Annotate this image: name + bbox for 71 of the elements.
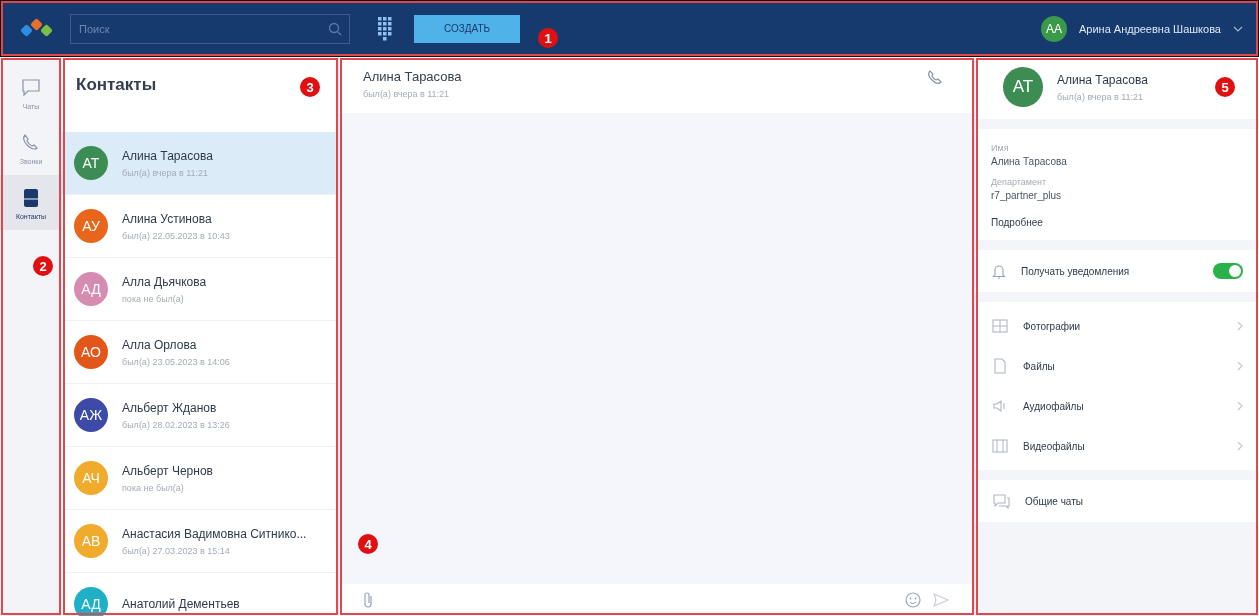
photo-icon[interactable] bbox=[991, 317, 1009, 335]
contact-status: был(а) 28.02.2023 в 13:26 bbox=[122, 419, 230, 430]
chevron-right-icon[interactable] bbox=[1237, 401, 1243, 411]
user-name[interactable]: Арина Андреевна Шашкова bbox=[1078, 22, 1221, 35]
caret-icon[interactable] bbox=[1233, 25, 1243, 32]
chat-icon[interactable] bbox=[20, 77, 42, 99]
contact-avatar: АУ bbox=[74, 209, 108, 243]
contact-avatar: АД bbox=[74, 272, 108, 306]
chat-bubbles-icon[interactable] bbox=[991, 492, 1011, 510]
field-label: Имя bbox=[991, 143, 1010, 153]
contact-avatar: АЧ bbox=[74, 461, 108, 495]
contact-avatar: АД bbox=[74, 587, 108, 616]
contact-row[interactable]: АД Анатолий Дементьев bbox=[62, 573, 338, 616]
user-avatar: АА bbox=[1040, 15, 1067, 42]
contact-row[interactable]: АВ Анастасия Вадимовна Ситнико... был(а) 27.03.2023 в 15:14 bbox=[62, 510, 338, 573]
send-icon[interactable] bbox=[932, 591, 950, 609]
phone-icon[interactable] bbox=[926, 69, 944, 87]
chat-title: Алина Тарасова bbox=[363, 69, 462, 84]
profile-status: был(а) вчера в 11:21 bbox=[1057, 91, 1145, 102]
profile-avatar: АТ bbox=[1003, 67, 1043, 107]
video-icon[interactable] bbox=[991, 437, 1009, 455]
dialpad-icon[interactable] bbox=[378, 16, 392, 41]
contact-avatar: АВ bbox=[74, 524, 108, 558]
chat-status: был(а) вчера в 11:21 bbox=[363, 89, 451, 99]
contact-status: пока не был(а) bbox=[122, 482, 185, 493]
contact-row[interactable]: АТ Алина Тарасова был(а) вчера в 11:21 bbox=[62, 132, 338, 195]
contact-name: Алина Устинова bbox=[122, 211, 213, 226]
search-field[interactable]: Поиск bbox=[70, 13, 350, 44]
callout-marker: 3 bbox=[300, 77, 320, 97]
profile-name: Алина Тарасова bbox=[1057, 72, 1148, 87]
field-label: Департамент bbox=[991, 177, 1048, 187]
contact-status: был(а) 23.05.2023 в 14:06 bbox=[122, 356, 230, 367]
file-icon[interactable] bbox=[991, 357, 1009, 375]
contact-row[interactable]: АЧ Альберт Чернов пока не был(а) bbox=[62, 447, 338, 510]
field-value: Алина Тарасова bbox=[991, 156, 1068, 167]
contact-name: Анатолий Дементьев bbox=[122, 597, 240, 611]
media-row[interactable]: Видеофайлы bbox=[991, 426, 1243, 466]
chevron-right-icon[interactable] bbox=[1237, 441, 1243, 451]
contact-row[interactable]: АУ Алина Устинова был(а) 22.05.2023 в 10:43 bbox=[62, 195, 338, 258]
contact-name: Альберт Чернов bbox=[122, 463, 213, 478]
panel-title: Контакты bbox=[76, 75, 157, 95]
contact-avatar: АЖ bbox=[74, 398, 108, 432]
contact-name: Анастасия Вадимовна Ситнико... bbox=[122, 526, 307, 541]
create-button[interactable]: СОЗДАТЬ bbox=[414, 14, 520, 43]
contact-avatar: АО bbox=[74, 335, 108, 369]
contact-status: был(а) 22.05.2023 в 10:43 bbox=[122, 230, 230, 241]
contact-name: Алина Тарасова bbox=[122, 148, 213, 163]
media-row[interactable]: Файлы bbox=[991, 346, 1243, 386]
notifications-label: Получать уведомления bbox=[1021, 265, 1130, 277]
contact-status: был(а) вчера в 11:21 bbox=[122, 167, 210, 178]
contact-status: был(а) 27.03.2023 в 15:14 bbox=[122, 545, 231, 556]
contact-name: Алла Дьячкова bbox=[122, 274, 207, 289]
contact-row[interactable]: АО Алла Орлова был(а) 23.05.2023 в 14:06 bbox=[62, 321, 338, 384]
contact-row[interactable]: АЖ Альберт Жданов был(а) 28.02.2023 в 13:26 bbox=[62, 384, 338, 447]
shared-chats-row[interactable]: Общие чаты bbox=[975, 480, 1259, 522]
bell-icon[interactable] bbox=[991, 262, 1007, 280]
paperclip-icon[interactable] bbox=[361, 591, 375, 609]
media-row[interactable]: Аудиофайлы bbox=[991, 386, 1243, 426]
contact-row[interactable]: АД Алла Дьячкова пока не был(а) bbox=[62, 258, 338, 321]
search-icon[interactable] bbox=[328, 21, 342, 36]
contact-name: Алла Орлова bbox=[122, 337, 198, 352]
contact-name: Альберт Жданов bbox=[122, 400, 218, 415]
details-link[interactable]: Подробнее bbox=[991, 217, 1243, 228]
field-value: r7_partner_plus bbox=[991, 190, 1063, 201]
media-row[interactable]: Фотографии bbox=[991, 306, 1243, 346]
contact-avatar: АТ bbox=[74, 146, 108, 180]
chevron-right-icon[interactable] bbox=[1237, 361, 1243, 371]
contact-status: пока не был(а) bbox=[122, 293, 185, 304]
notifications-toggle[interactable] bbox=[1213, 263, 1243, 279]
chevron-right-icon[interactable] bbox=[1237, 321, 1243, 331]
emoji-icon[interactable] bbox=[904, 591, 922, 609]
